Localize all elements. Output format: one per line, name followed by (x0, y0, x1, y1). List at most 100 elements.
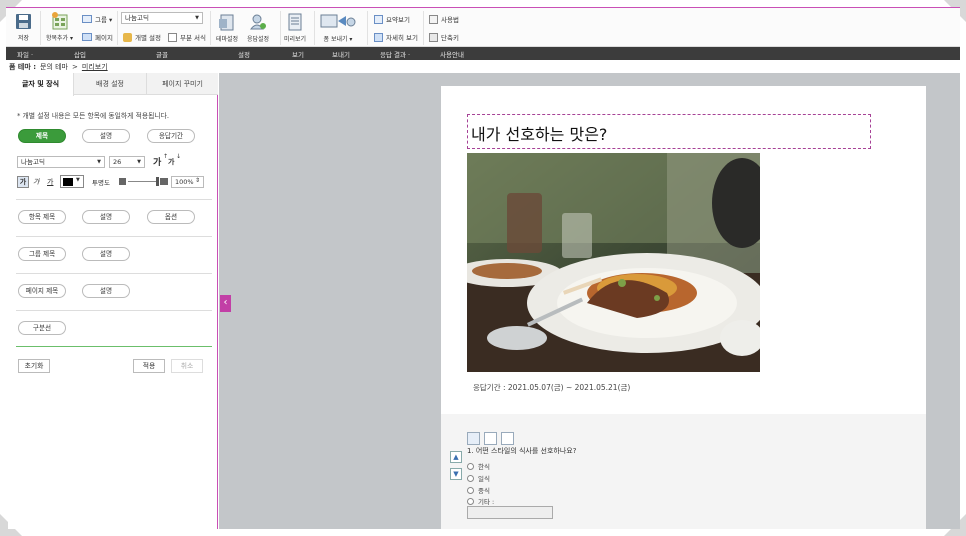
send-icon (320, 14, 356, 28)
delete-icon[interactable] (501, 432, 514, 445)
response-setting-button[interactable]: 응답설정 (247, 13, 269, 43)
font-shrink-button[interactable]: 가 (168, 157, 174, 167)
option-other[interactable]: 기타 : (467, 496, 494, 506)
divider (423, 11, 424, 45)
floppy-disk-icon (16, 14, 31, 29)
group-title-style-button[interactable]: 그룹 제목 (18, 247, 66, 261)
italic-toggle[interactable]: 가 (33, 177, 39, 187)
chevron-down-icon: ▼ (137, 159, 141, 165)
page-button[interactable]: 페이지 (82, 32, 113, 42)
preview-link[interactable]: 미리보기 (82, 62, 108, 72)
format-icon (168, 32, 177, 42)
panel-tabs: 글자 및 장식 배경 설정 페이지 꾸미기 (8, 73, 218, 96)
other-text-input[interactable] (467, 506, 553, 519)
divider (16, 273, 212, 274)
group-description-style-button[interactable]: 설명 (82, 247, 130, 261)
user-guide-button[interactable]: 사용법 (429, 14, 459, 24)
group-label-send: 보내기 (332, 51, 350, 59)
tab-page-decoration[interactable]: 페이지 꾸미기 (146, 73, 218, 95)
option-japanese[interactable]: 일식 (467, 473, 490, 483)
app-window: { "ribbon": { "save": "저장", "add_item": … (0, 0, 966, 536)
breadcrumb: 폼 테마 : 문의 테마 > 미리보기 (9, 62, 108, 72)
reset-button[interactable]: 초기화 (18, 359, 50, 373)
bold-toggle[interactable]: 가 (17, 176, 29, 188)
shortcut-button[interactable]: 단축키 (429, 32, 459, 42)
chevron-down-icon: ▼ (195, 15, 199, 21)
radio-button[interactable] (467, 486, 474, 494)
slider-max-icon (160, 178, 168, 185)
radio-button[interactable] (467, 462, 474, 470)
font-grow-button[interactable]: 가 (153, 155, 161, 168)
lamb-dish-image (467, 153, 760, 372)
edit-icon[interactable] (467, 432, 480, 445)
preview-button[interactable]: 미리보기 (284, 13, 306, 43)
add-item-button[interactable]: 항목추가 ▾ (46, 11, 73, 42)
text-color-picker[interactable]: ▼ (60, 175, 84, 188)
question-area: ▲ ▼ 1. 어떤 스타일의 식사를 선호하나요? 한식 일식 중식 기타 : (441, 414, 926, 529)
item-description-style-button[interactable]: 설명 (82, 210, 130, 224)
divider (16, 199, 212, 200)
save-button[interactable]: 저장 (15, 13, 32, 42)
chevron-down-icon: ▼ (76, 177, 80, 183)
group-label-guide: 사용안내 (440, 51, 464, 59)
form-title-box[interactable]: 내가 선호하는 맛은? (467, 114, 871, 149)
opacity-slider[interactable] (119, 176, 169, 187)
opacity-stepper[interactable]: 100% ⇕ (171, 176, 204, 188)
apply-button[interactable]: 적용 (133, 359, 165, 373)
opacity-label: 투명도 (92, 179, 110, 187)
tab-background[interactable]: 배경 설정 (74, 73, 146, 95)
divider (117, 11, 118, 45)
font-shrink-arrow-icon: ↓ (176, 153, 182, 160)
underline-toggle[interactable]: 가 (47, 177, 53, 187)
font-select[interactable]: 나눔고딕 ▼ (121, 12, 203, 24)
divider (16, 236, 212, 237)
divider (40, 11, 41, 45)
option-chinese[interactable]: 중식 (467, 485, 490, 495)
guide-icon (429, 14, 438, 24)
detail-icon (374, 32, 383, 42)
group-label-response[interactable]: 응답 결과 · (380, 49, 410, 59)
group-label-insert: 삽입 (74, 51, 86, 59)
item-title-style-button[interactable]: 항목 제목 (18, 210, 66, 224)
description-style-button[interactable]: 설명 (82, 129, 130, 143)
font-family-select[interactable]: 나눔고딕 ▼ (17, 156, 105, 168)
copy-icon[interactable] (484, 432, 497, 445)
ribbon-group-bar: 파일 · 삽입 글꼴 설정 보기 보내기 응답 결과 · 사용안내 (6, 47, 960, 60)
cancel-button[interactable]: 취소 (171, 359, 203, 373)
slider-thumb[interactable] (156, 177, 159, 186)
period-style-button[interactable]: 응답기간 (147, 129, 195, 143)
group-button[interactable]: 그룹 ▾ (82, 14, 112, 24)
separator-style-button[interactable]: 구분선 (18, 321, 66, 335)
divider (16, 310, 212, 311)
group-icon (82, 15, 92, 23)
move-down-button[interactable]: ▼ (450, 468, 462, 480)
theme-icon (219, 14, 234, 31)
page-title-style-button[interactable]: 페이지 제목 (18, 284, 66, 298)
option-style-button[interactable]: 옵션 (147, 210, 195, 224)
response-icon (250, 14, 267, 30)
summary-view-button[interactable]: 요약보기 (374, 14, 410, 24)
food-photo (467, 153, 760, 372)
title-style-button[interactable]: 제목 (18, 129, 66, 143)
individual-setting-button[interactable]: 개별 설정 (123, 32, 161, 42)
divider (210, 11, 211, 45)
partial-format-button[interactable]: 부분 서식 (168, 32, 206, 42)
form-send-button[interactable]: 폼 보내기 ▾ (320, 12, 356, 43)
radio-button[interactable] (467, 474, 474, 482)
tab-text-decoration[interactable]: 글자 및 장식 (8, 73, 74, 96)
page-description-style-button[interactable]: 설명 (82, 284, 130, 298)
font-size-select[interactable]: 26 ▼ (109, 156, 145, 168)
brush-icon (123, 32, 132, 42)
collapse-panel-button[interactable]: ‹ (220, 295, 231, 312)
keyboard-icon (429, 32, 438, 42)
form-title: 내가 선호하는 맛은? (471, 125, 608, 144)
detail-view-button[interactable]: 자세히 보기 (374, 32, 418, 42)
option-korean[interactable]: 한식 (467, 461, 490, 471)
move-up-button[interactable]: ▲ (450, 451, 462, 463)
slider-track (128, 181, 158, 182)
color-swatch (63, 178, 73, 186)
theme-setting-button[interactable]: 테마설정 (216, 13, 238, 43)
group-label-file[interactable]: 파일 · (17, 49, 33, 59)
slider-min-icon (119, 178, 126, 185)
radio-button[interactable] (467, 497, 474, 505)
